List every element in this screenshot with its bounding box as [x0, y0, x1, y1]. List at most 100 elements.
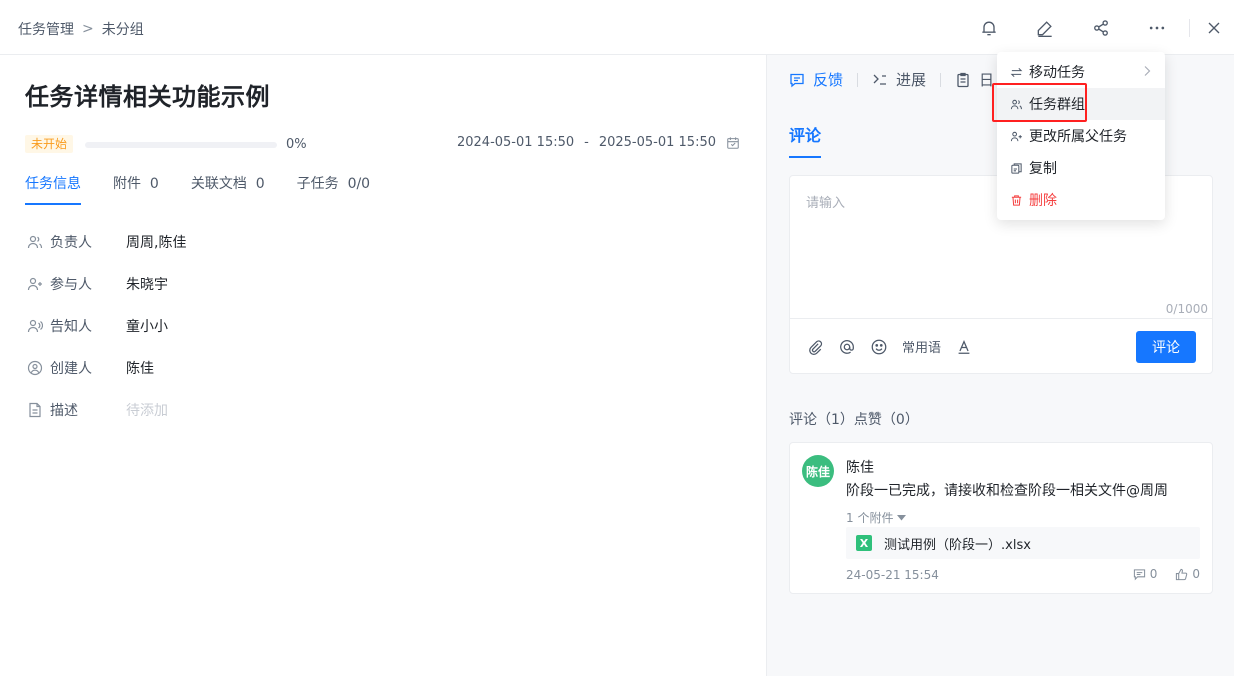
calendar-icon	[727, 136, 739, 149]
tab-label: 关联文档	[190, 176, 247, 192]
comment-item: 陈佳 陈佳 阶段一已完成，请接收和检查阶段一相关文件@周周 1 个附件 X 测试…	[789, 442, 1213, 594]
reply-button[interactable]: 0	[1133, 567, 1158, 581]
notify-icon	[27, 318, 43, 334]
paperclip-icon[interactable]	[806, 338, 824, 356]
breadcrumb-separator: >	[82, 21, 94, 37]
tab-label: 附件	[113, 176, 141, 192]
tab-progress[interactable]: 进展	[872, 69, 940, 90]
participant-value[interactable]: 朱晓宇	[126, 274, 168, 294]
field-creator: 创建人 陈佳	[27, 347, 186, 389]
field-label: 创建人	[50, 361, 92, 377]
share-button[interactable]	[1073, 0, 1129, 55]
creator-value: 陈佳	[126, 361, 154, 377]
edit-button[interactable]	[1017, 0, 1073, 55]
thumbs-up-icon	[1176, 568, 1188, 580]
document-icon	[27, 402, 43, 418]
end-date: 2025-05-01 15:50	[598, 135, 716, 150]
reply-count: 0	[1149, 567, 1158, 581]
bell-icon	[982, 21, 996, 35]
tab-count: 0/0	[347, 176, 371, 192]
field-owner: 负责人 周周,陈佳	[27, 221, 186, 263]
reply-icon	[1133, 568, 1145, 580]
log-icon	[957, 72, 969, 87]
comment-time: 24-05-21 15:54	[846, 568, 939, 582]
progress-icon	[873, 74, 887, 85]
breadcrumb-root[interactable]: 任务管理	[18, 19, 74, 39]
description-value[interactable]: 待添加	[126, 400, 168, 420]
highlight-annotation	[992, 83, 1087, 122]
toolbar-divider	[1189, 18, 1190, 37]
close-button[interactable]	[1194, 0, 1234, 55]
excel-file-icon: X	[856, 535, 872, 551]
task-title[interactable]: 任务详情相关功能示例	[25, 77, 270, 112]
menu-item-copy[interactable]: 复制	[997, 152, 1165, 184]
progress-bar	[85, 142, 277, 148]
like-button[interactable]: 0	[1175, 567, 1200, 581]
tab-feedback[interactable]: 反馈	[789, 69, 857, 90]
tab-label: 任务信息	[25, 176, 81, 192]
file-name: 测试用例（阶段一）.xlsx	[884, 537, 1031, 553]
common-phrases-button[interactable]: 常用语	[902, 337, 941, 356]
notification-bell-button[interactable]	[961, 0, 1017, 55]
tab-label: 子任务	[296, 176, 339, 192]
copy-icon	[1009, 161, 1023, 175]
task-tabs: 任务信息 附件 0 关联文档 0 子任务 0/0	[25, 173, 370, 205]
editor-toolbar: 常用语 评论	[790, 318, 1212, 374]
more-actions-menu: 移动任务 任务群组 更改所属父任务 复制 删除	[997, 52, 1165, 220]
comment-text: 阶段一已完成，请接收和检查阶段一相关文件@周周	[846, 483, 1168, 499]
owner-icon	[27, 234, 43, 250]
tab-divider	[940, 72, 942, 87]
comment-section-title[interactable]: 评论	[789, 122, 822, 158]
tab-label: 进展	[896, 71, 927, 89]
top-bar: 任务管理 > 未分组	[0, 0, 1234, 55]
tab-subtasks[interactable]: 子任务 0/0	[297, 173, 370, 205]
attachment-count: 1 个附件	[846, 511, 894, 525]
task-detail-panel: 任务详情相关功能示例 未开始 0% 2024-05-01 15:50 - 202…	[0, 55, 766, 676]
submit-comment-button[interactable]: 评论	[1136, 331, 1196, 363]
participant-icon	[27, 276, 43, 292]
menu-label: 移动任务	[1029, 65, 1085, 81]
creator-icon	[27, 360, 43, 376]
pencil-icon	[1037, 20, 1052, 37]
parent-task-icon	[1009, 129, 1023, 143]
task-fields: 负责人 周周,陈佳 参与人 朱晓宇 告知人 童小小 创建人 陈佳 描述 待添加	[27, 221, 186, 431]
tab-linked-docs[interactable]: 关联文档 0	[191, 173, 265, 205]
field-notify: 告知人 童小小	[27, 305, 186, 347]
field-participant: 参与人 朱晓宇	[27, 263, 186, 305]
progress-percent: 0%	[286, 137, 307, 152]
emoji-icon[interactable]	[870, 338, 888, 356]
character-counter: 0/1000	[1165, 302, 1208, 316]
field-label: 负责人	[50, 235, 92, 251]
share-icon	[1094, 19, 1108, 36]
task-date-range[interactable]: 2024-05-01 15:50 - 2025-05-01 15:50	[457, 135, 740, 150]
attachment-file[interactable]: X 测试用例（阶段一）.xlsx	[846, 527, 1200, 559]
more-button[interactable]	[1129, 0, 1185, 55]
breadcrumb-current: 未分组	[101, 22, 144, 38]
more-icon	[1149, 26, 1165, 29]
notify-value[interactable]: 童小小	[126, 316, 168, 336]
field-label: 告知人	[50, 319, 92, 335]
mention-icon[interactable]	[838, 338, 856, 356]
chevron-right-icon	[1144, 66, 1151, 76]
comment-author: 陈佳	[846, 460, 874, 476]
tab-attachments[interactable]: 附件 0	[113, 173, 159, 205]
menu-label: 复制	[1029, 161, 1057, 177]
menu-item-delete[interactable]: 删除	[997, 184, 1165, 216]
tab-task-info[interactable]: 任务信息	[25, 173, 81, 205]
top-actions	[961, 0, 1234, 55]
attachment-toggle[interactable]: 1 个附件	[846, 509, 907, 526]
like-count: 0	[1192, 567, 1200, 581]
comment-input-placeholder[interactable]: 请输入	[806, 192, 845, 211]
field-label: 描述	[50, 403, 78, 419]
tab-count: 0	[255, 176, 265, 192]
status-badge[interactable]: 未开始	[25, 135, 74, 153]
field-label: 参与人	[50, 277, 92, 293]
comment-stats: 评论（1）点赞（0）	[789, 412, 919, 428]
menu-item-change-parent[interactable]: 更改所属父任务	[997, 120, 1165, 152]
status-row: 未开始 0% 2024-05-01 15:50 - 2025-05-01 15:…	[25, 135, 740, 155]
date-separator: -	[584, 135, 589, 150]
text-format-icon[interactable]	[955, 338, 973, 356]
breadcrumb: 任务管理 > 未分组	[18, 19, 144, 39]
owner-value[interactable]: 周周,陈佳	[126, 232, 186, 252]
caret-down-icon	[897, 514, 907, 520]
